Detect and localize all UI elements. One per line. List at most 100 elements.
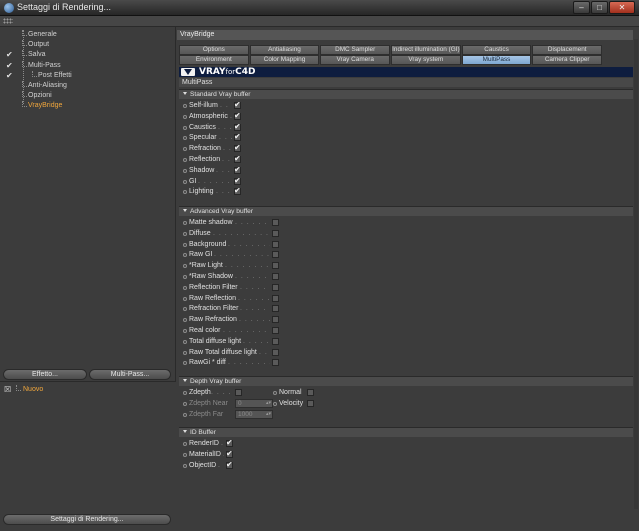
animate-dot-icon[interactable] [183, 190, 187, 195]
buffer-checkbox[interactable] [272, 262, 279, 270]
animate-dot-icon[interactable] [183, 391, 187, 395]
buffer-checkbox[interactable] [234, 132, 241, 142]
tree-item-generale[interactable]: Generale [2, 30, 172, 40]
zdepth-near-field[interactable]: 0 ▴▾ [235, 399, 273, 408]
buffer-checkbox[interactable] [272, 305, 279, 313]
buffer-checkbox[interactable] [272, 337, 279, 345]
standard-buffer-header[interactable]: Standard Vray buffer [179, 90, 633, 99]
tab-vray-system[interactable]: Vray system [391, 55, 461, 65]
checkmark-icon[interactable]: ✔ [6, 50, 14, 60]
panel-scrollbar[interactable] [634, 39, 638, 509]
checkmark-icon[interactable]: ✔ [6, 71, 14, 81]
animate-dot-icon[interactable] [183, 285, 187, 290]
buffer-checkbox[interactable] [272, 219, 279, 226]
tab-multipass[interactable]: MultiPass [461, 55, 532, 65]
buffer-checkbox[interactable] [226, 460, 233, 470]
animate-dot-icon[interactable] [183, 453, 187, 457]
tree-item-post-effetti[interactable]: ✔ Post Effetti [2, 70, 172, 81]
buffer-checkbox[interactable] [272, 359, 279, 367]
tab-indirect-illumination-gi[interactable]: Indirect illumination (GI) [391, 45, 461, 55]
grip-icon[interactable] [3, 18, 13, 24]
checkmark-icon[interactable]: ✔ [6, 61, 14, 71]
tab-vray-camera[interactable]: Vray Camera [320, 55, 391, 65]
tree-item-opzioni[interactable]: Opzioni [2, 91, 172, 101]
buffer-checkbox[interactable] [234, 165, 241, 175]
stepper-arrows-icon[interactable]: ▴▾ [266, 411, 271, 418]
animate-dot-icon[interactable] [183, 464, 187, 468]
animate-dot-icon[interactable] [183, 136, 187, 141]
minimize-button[interactable]: – [573, 1, 590, 14]
buffer-checkbox[interactable] [272, 283, 279, 291]
tab-color-mapping[interactable]: Color Mapping [249, 55, 320, 65]
animate-dot-icon[interactable] [273, 402, 277, 406]
buffer-checkbox[interactable] [234, 100, 241, 110]
animate-dot-icon[interactable] [183, 147, 187, 152]
animate-dot-icon[interactable] [183, 104, 187, 108]
buffer-checkbox[interactable] [272, 229, 279, 237]
buffer-checkbox[interactable] [234, 186, 241, 196]
tab-options[interactable]: Options [179, 45, 249, 55]
animate-dot-icon[interactable] [183, 168, 187, 173]
animate-dot-icon[interactable] [183, 350, 187, 355]
effetto-button[interactable]: Effetto... [3, 369, 87, 380]
tab-environment[interactable]: Environment [179, 55, 249, 65]
velocity-checkbox[interactable] [307, 400, 314, 407]
buffer-checkbox[interactable] [272, 294, 279, 302]
animate-dot-icon[interactable] [183, 114, 187, 119]
tree-item-anti-aliasing[interactable]: Anti-Aliasing [2, 81, 172, 91]
animate-dot-icon[interactable] [183, 158, 187, 162]
advanced-buffer-header[interactable]: Advanced Vray buffer [179, 207, 633, 216]
tree-item-salva[interactable]: ✔ Salva [2, 50, 172, 60]
buffer-checkbox[interactable] [234, 111, 241, 121]
animate-dot-icon[interactable] [183, 242, 187, 247]
animate-dot-icon[interactable] [273, 391, 277, 395]
tab-caustics[interactable]: Caustics [461, 45, 532, 55]
animate-dot-icon[interactable] [183, 402, 187, 406]
buffer-checkbox[interactable] [226, 449, 233, 459]
zdepth-far-field[interactable]: 1000 ▴▾ [235, 410, 273, 419]
animate-dot-icon[interactable] [183, 275, 187, 279]
animate-dot-icon[interactable] [183, 361, 187, 366]
buffer-checkbox[interactable] [234, 176, 241, 186]
close-button[interactable]: ✕ [609, 1, 635, 14]
buffer-checkbox[interactable] [272, 273, 279, 280]
animate-dot-icon[interactable] [183, 318, 187, 323]
animate-dot-icon[interactable] [183, 231, 187, 236]
normal-checkbox[interactable] [307, 389, 314, 396]
multipass-button[interactable]: Multi-Pass... [89, 369, 171, 380]
tab-antialiasing[interactable]: Antialiasing [249, 45, 320, 55]
buffer-checkbox[interactable] [234, 143, 241, 153]
animate-dot-icon[interactable] [183, 221, 187, 225]
render-settings-button[interactable]: Settaggi di Rendering... [3, 514, 171, 525]
animate-dot-icon[interactable] [183, 296, 187, 301]
tab-displacement[interactable]: Displacement [532, 45, 603, 55]
buffer-checkbox[interactable] [272, 240, 279, 248]
tree-item-vraybridge[interactable]: VrayBridge [2, 101, 172, 111]
animate-dot-icon[interactable] [183, 264, 187, 269]
maximize-button[interactable]: □ [591, 1, 608, 14]
zdepth-checkbox[interactable] [235, 389, 242, 396]
buffer-checkbox[interactable] [272, 348, 279, 356]
tree-item-multi-pass[interactable]: ✔ Multi-Pass [2, 60, 172, 71]
animate-dot-icon[interactable] [183, 329, 187, 333]
tab-camera-clipper[interactable]: Camera Clipper [532, 55, 603, 65]
depth-buffer-header[interactable]: Depth Vray buffer [179, 377, 633, 386]
buffer-checkbox[interactable] [234, 122, 241, 132]
id-buffer-header[interactable]: ID Buffer [179, 428, 633, 437]
stepper-arrows-icon[interactable]: ▴▾ [266, 400, 271, 407]
buffer-checkbox[interactable] [272, 316, 279, 324]
tree-item-output[interactable]: Output [2, 40, 172, 50]
animate-dot-icon[interactable] [183, 413, 187, 417]
animate-dot-icon[interactable] [183, 253, 187, 258]
animate-dot-icon[interactable] [183, 442, 187, 446]
buffer-checkbox[interactable] [234, 154, 241, 164]
close-icon[interactable]: ☒ [4, 386, 12, 394]
animate-dot-icon[interactable] [183, 179, 187, 184]
buffer-checkbox[interactable] [272, 327, 279, 334]
animate-dot-icon[interactable] [183, 307, 187, 312]
animate-dot-icon[interactable] [183, 339, 187, 344]
buffer-checkbox[interactable] [226, 438, 233, 448]
animate-dot-icon[interactable] [183, 125, 187, 130]
tab-dmc-sampler[interactable]: DMC Sampler [320, 45, 391, 55]
buffer-checkbox[interactable] [272, 251, 279, 259]
